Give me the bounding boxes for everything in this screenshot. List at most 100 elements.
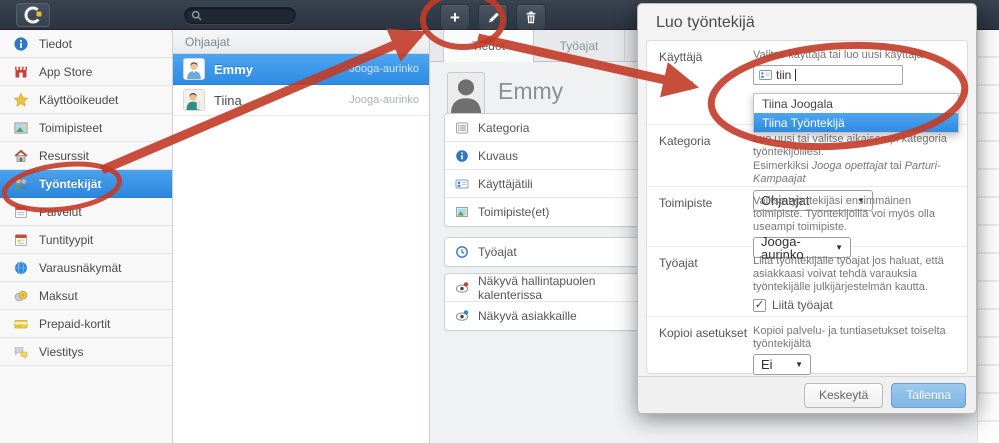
save-button[interactable]: Tallenna (891, 382, 966, 408)
sidebar-item-varausnakymat[interactable]: Varausnäkymät (0, 254, 172, 282)
input-value: tiin (776, 67, 792, 82)
detail-row-visible-customers[interactable]: Näkyvä asiakkaille (445, 302, 643, 330)
field-label: Toimipiste (659, 196, 713, 210)
globe-icon (13, 260, 29, 276)
chat-icon (13, 344, 29, 360)
sidebar-item-tuntityypit[interactable]: Tuntityypit (0, 226, 172, 254)
field-label: Kopioi asetukset (659, 326, 748, 340)
field-description: Liitä työntekijälle työajat jos haluat, … (753, 255, 944, 293)
form-row-kopioi-asetukset: Kopioi asetukset Kopioi palvelu- ja tunt… (647, 317, 967, 375)
star-icon (13, 92, 29, 108)
detail-card-schedule: Työajat (444, 237, 644, 267)
sidebar-item-tyontekijat[interactable]: Työntekijät (0, 170, 172, 198)
sidebar-item-maksut[interactable]: Maksut (0, 282, 172, 310)
sidebar-item-label: Viestitys (39, 344, 84, 359)
home-icon (13, 148, 29, 164)
field-label: Työajat (659, 256, 698, 270)
form-row-kategoria: Kategoria Luo uusi tai valitse aikaisemp… (647, 125, 967, 211)
sidebar-item-label: Prepaid-kortit (39, 316, 111, 331)
detail-row-kuvaus[interactable]: Kuvaus (445, 142, 643, 170)
delete-button[interactable] (516, 4, 546, 30)
checkbox-label: Liitä työajat (772, 298, 833, 312)
sidebar-item-viestitys[interactable]: Viestitys (0, 338, 172, 366)
detail-row-toimipisteet[interactable]: Toimipiste(et) (445, 198, 643, 226)
user-suggestions-dropdown: Tiina Joogala Tiina Työntekijä (753, 93, 959, 133)
list-item-tiina[interactable]: Tiina Jooga-aurinko (173, 85, 429, 116)
app-logo[interactable] (16, 3, 50, 27)
option-tiina-joogala[interactable]: Tiina Joogala (754, 94, 958, 113)
detail-row-visible-admin[interactable]: Näkyvä hallintapuolen kalenterissa (445, 274, 643, 302)
sidebar-item-palvelut[interactable]: Palvelut (0, 198, 172, 226)
add-button[interactable]: + (440, 4, 470, 30)
info-icon (13, 36, 29, 52)
avatar (183, 58, 205, 80)
logo-icon (24, 6, 42, 24)
employee-location: Jooga-aurinko (349, 63, 419, 75)
sidebar-item-label: Toimipisteet (39, 120, 103, 135)
detail-row-tyoajat[interactable]: Työajat (445, 238, 643, 266)
list-item-emmy[interactable]: Emmy Jooga-aurinko (173, 54, 429, 85)
group-header-label: Ohjaajat (185, 34, 230, 49)
detail-card-info: Kategoria Kuvaus Käyttäjätili Toimipiste… (444, 113, 644, 227)
sidebar-item-kayttooikeudet[interactable]: Käyttöoikeudet (0, 86, 172, 114)
edit-button[interactable] (478, 4, 508, 30)
cancel-label: Keskeytä (818, 388, 869, 402)
sidebar-item-prepaid-kortit[interactable]: Prepaid-kortit (0, 310, 172, 338)
employee-list-panel: Ohjaajat Emmy Jooga-aurinko Tiina Jooga-… (173, 30, 430, 443)
detail-row-label: Käyttäjätili (478, 176, 533, 191)
list-group-header: Ohjaajat (173, 30, 429, 54)
tab-label: Työajat (559, 39, 599, 53)
detail-row-kayttajatili[interactable]: Käyttäjätili (445, 170, 643, 198)
search-icon (191, 10, 202, 21)
option-label: Tiina Joogala (762, 96, 833, 111)
app-screen: + Tiedot App Store Käyttöoikeudet Toimip… (0, 0, 999, 443)
select-value: Ei (761, 357, 773, 372)
field-hint: Valitse käyttäjä tai luo uusi käyttäjä (753, 49, 923, 61)
detail-row-kategoria[interactable]: Kategoria (445, 114, 643, 142)
detail-row-label: Näkyvä hallintapuolen kalenterissa (478, 273, 596, 302)
sidebar-item-app-store[interactable]: App Store (0, 58, 172, 86)
list-icon (455, 121, 469, 135)
form-row-tyoajat: Työajat Liitä työntekijälle työajat jos … (647, 247, 967, 317)
sidebar-item-resurssit[interactable]: Resurssit (0, 142, 172, 170)
tab-tyoajat[interactable]: Työajat (534, 30, 625, 62)
calendar-icon (13, 204, 29, 220)
sidebar-item-label: Käyttöoikeudet (39, 92, 119, 107)
pencil-icon (488, 12, 499, 22)
attach-hours-checkbox[interactable]: ✓ (753, 299, 766, 312)
sidebar-item-label: Tiedot (39, 36, 72, 51)
field-label: Kategoria (659, 134, 711, 148)
sidebar-item-toimipisteet[interactable]: Toimipisteet (0, 114, 172, 142)
copy-settings-select[interactable]: Ei ▼ (753, 354, 811, 375)
dialog-form-card: Käyttäjä Valitse käyttäjä tai luo uusi k… (646, 40, 968, 375)
sidebar-item-label: Varausnäkymät (39, 260, 122, 275)
avatar (183, 89, 205, 111)
detail-row-label: Näkyvä asiakkaille (478, 309, 577, 323)
clock-icon (455, 245, 469, 259)
create-employee-dialog: Luo työntekijä Käyttäjä Valitse käyttäjä… (637, 3, 977, 414)
plus-icon: + (450, 7, 460, 27)
example-italic: Jooga opettajat (811, 160, 887, 172)
calendar-clock-icon (13, 232, 29, 248)
sidebar-item-tiedot[interactable]: Tiedot (0, 30, 172, 58)
card-icon (13, 316, 29, 332)
store-icon (13, 64, 29, 80)
detail-row-label: Työajat (478, 245, 517, 259)
employee-name: Tiina (214, 92, 242, 108)
detail-row-label: Toimipiste(et) (478, 205, 550, 219)
sidebar-item-label: Tuntityypit (39, 232, 94, 247)
cancel-button[interactable]: Keskeytä (803, 382, 884, 408)
save-label: Tallenna (906, 388, 951, 402)
sidebar-item-label: Työntekijät (39, 176, 102, 191)
picture-icon (455, 205, 469, 219)
sidebar-item-label: App Store (39, 64, 93, 79)
sidebar: Tiedot App Store Käyttöoikeudet Toimipis… (0, 30, 173, 443)
example-connector: tai (886, 160, 905, 172)
user-search-input[interactable]: tiin (753, 65, 903, 85)
option-tiina-tyontekija[interactable]: Tiina Työntekijä (754, 113, 958, 132)
employee-location: Jooga-aurinko (349, 94, 419, 106)
dialog-title: Luo työntekijä (656, 14, 755, 31)
field-description: Luo uusi tai valitse aikaisempi kategori… (753, 133, 947, 158)
search-input[interactable] (184, 7, 296, 24)
tab-tiedot[interactable]: Tiedot (443, 30, 534, 62)
